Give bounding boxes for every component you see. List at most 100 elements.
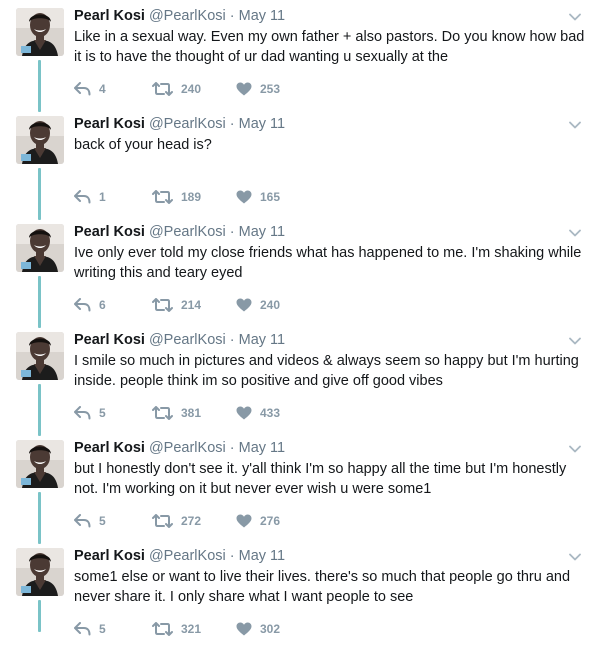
like-button[interactable]: 253 (236, 79, 280, 99)
chevron-down-icon[interactable] (567, 334, 583, 348)
retweet-icon (152, 298, 173, 312)
tweet-header: Pearl Kosi @PearlKosi · May 11 (74, 439, 285, 457)
reply-arrow-icon (74, 406, 91, 420)
tweet[interactable]: Pearl Kosi @PearlKosi · May 11 some1 els… (0, 544, 616, 652)
reply-count: 4 (99, 82, 106, 96)
tweet[interactable]: Pearl Kosi @PearlKosi · May 11 I smile s… (0, 328, 616, 436)
author-name[interactable]: Pearl Kosi (74, 116, 145, 132)
avatar[interactable] (16, 332, 64, 380)
author-handle[interactable]: @PearlKosi (149, 548, 226, 564)
tweet-text: Like in a sexual way. Even my own father… (74, 29, 585, 65)
tweet[interactable]: Pearl Kosi @PearlKosi · May 11 Like in a… (0, 4, 616, 112)
avatar[interactable] (16, 8, 64, 56)
like-button[interactable]: 276 (236, 511, 280, 531)
tweet-header: Pearl Kosi @PearlKosi · May 11 (74, 115, 285, 133)
chevron-down-icon[interactable] (567, 118, 583, 132)
author-handle[interactable]: @PearlKosi (149, 8, 226, 24)
heart-icon (236, 514, 252, 528)
reply-button[interactable]: 4 (74, 79, 106, 99)
reply-button[interactable]: 6 (74, 295, 106, 315)
reply-count: 5 (99, 406, 106, 420)
like-button[interactable]: 302 (236, 619, 280, 639)
like-button[interactable]: 240 (236, 295, 280, 315)
retweet-count: 272 (181, 514, 202, 528)
like-button[interactable]: 165 (236, 187, 280, 207)
avatar[interactable] (16, 440, 64, 488)
retweet-icon (152, 622, 173, 636)
like-count: 240 (260, 298, 281, 312)
reply-button[interactable]: 1 (74, 187, 106, 207)
tweet-text: back of your head is? (74, 137, 212, 153)
author-name[interactable]: Pearl Kosi (74, 548, 145, 564)
tweet-text: some1 else or want to live their lives. … (74, 569, 571, 605)
separator-dot: · (229, 224, 235, 240)
author-name[interactable]: Pearl Kosi (74, 224, 145, 240)
author-handle[interactable]: @PearlKosi (149, 116, 226, 132)
reply-count: 5 (99, 514, 106, 528)
tweet-header: Pearl Kosi @PearlKosi · May 11 (74, 547, 285, 565)
retweet-count: 240 (181, 82, 202, 96)
reply-arrow-icon (74, 622, 91, 636)
separator-dot: · (229, 116, 235, 132)
heart-icon (236, 622, 252, 636)
retweet-icon (152, 190, 173, 204)
chevron-down-icon[interactable] (567, 550, 583, 564)
reply-arrow-icon (74, 82, 91, 96)
retweet-icon (152, 514, 173, 528)
separator-dot: · (229, 548, 235, 564)
retweet-icon (152, 406, 173, 420)
like-button[interactable]: 433 (236, 403, 280, 423)
tweet[interactable]: Pearl Kosi @PearlKosi · May 11 back of y… (0, 112, 616, 220)
separator-dot: · (229, 8, 235, 24)
tweet-date[interactable]: May 11 (239, 440, 285, 456)
avatar[interactable] (16, 548, 64, 596)
avatar[interactable] (16, 224, 64, 272)
author-handle[interactable]: @PearlKosi (149, 332, 226, 348)
retweet-count: 189 (181, 190, 202, 204)
separator-dot: · (229, 440, 235, 456)
retweet-button[interactable]: 381 (152, 403, 201, 423)
like-count: 276 (260, 514, 281, 528)
author-name[interactable]: Pearl Kosi (74, 332, 145, 348)
tweet-date[interactable]: May 11 (239, 8, 285, 24)
retweet-button[interactable]: 321 (152, 619, 201, 639)
retweet-button[interactable]: 189 (152, 187, 201, 207)
heart-icon (236, 406, 252, 420)
tweet-text: but I honestly don't see it. y'all think… (74, 461, 567, 497)
like-count: 165 (260, 190, 281, 204)
author-name[interactable]: Pearl Kosi (74, 440, 145, 456)
separator-dot: · (229, 332, 235, 348)
tweet-date[interactable]: May 11 (239, 116, 285, 132)
chevron-down-icon[interactable] (567, 226, 583, 240)
like-count: 433 (260, 406, 281, 420)
avatar[interactable] (16, 116, 64, 164)
tweet-date[interactable]: May 11 (239, 224, 285, 240)
retweet-button[interactable]: 272 (152, 511, 201, 531)
tweet-header: Pearl Kosi @PearlKosi · May 11 (74, 331, 285, 349)
author-name[interactable]: Pearl Kosi (74, 8, 145, 24)
like-count: 253 (260, 82, 281, 96)
author-handle[interactable]: @PearlKosi (149, 440, 226, 456)
tweet[interactable]: Pearl Kosi @PearlKosi · May 11 but I hon… (0, 436, 616, 544)
reply-arrow-icon (74, 514, 91, 528)
retweet-count: 321 (181, 622, 202, 636)
heart-icon (236, 82, 252, 96)
tweet-header: Pearl Kosi @PearlKosi · May 11 (74, 7, 285, 25)
reply-count: 5 (99, 622, 106, 636)
heart-icon (236, 298, 252, 312)
author-handle[interactable]: @PearlKosi (149, 224, 226, 240)
chevron-down-icon[interactable] (567, 442, 583, 456)
reply-button[interactable]: 5 (74, 619, 106, 639)
reply-button[interactable]: 5 (74, 511, 106, 531)
heart-icon (236, 190, 252, 204)
retweet-button[interactable]: 240 (152, 79, 201, 99)
chevron-down-icon[interactable] (567, 10, 583, 24)
reply-button[interactable]: 5 (74, 403, 106, 423)
tweet-text: Ive only ever told my close friends what… (74, 245, 582, 281)
tweet-date[interactable]: May 11 (239, 548, 285, 564)
like-count: 302 (260, 622, 281, 636)
tweet-thread: Pearl Kosi @PearlKosi · May 11 Like in a… (0, 0, 616, 636)
tweet[interactable]: Pearl Kosi @PearlKosi · May 11 Ive only … (0, 220, 616, 328)
retweet-button[interactable]: 214 (152, 295, 201, 315)
tweet-date[interactable]: May 11 (239, 332, 285, 348)
